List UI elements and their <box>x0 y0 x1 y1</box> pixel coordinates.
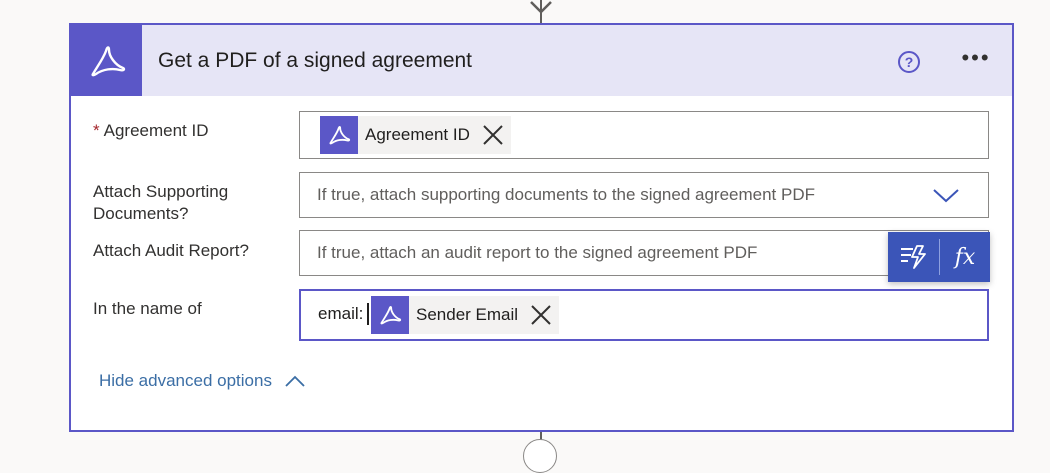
chevron-down-icon[interactable] <box>932 185 960 205</box>
more-options-icon[interactable]: ••• <box>957 47 995 73</box>
attach-supporting-dropdown[interactable]: If true, attach supporting documents to … <box>299 172 989 218</box>
hide-advanced-options-link[interactable]: Hide advanced options <box>99 371 306 391</box>
dynamic-content-flyout: fx <box>888 232 990 282</box>
attach-supporting-placeholder: If true, attach supporting documents to … <box>317 185 816 204</box>
adobe-acrobat-sign-icon <box>371 296 409 334</box>
action-card: Get a PDF of a signed agreement ? ••• * A… <box>69 23 1014 432</box>
in-name-of-field[interactable]: email: Sender Email <box>299 289 989 341</box>
adobe-acrobat-sign-icon <box>320 116 358 154</box>
text-caret <box>367 303 369 325</box>
attach-supporting-label: Attach Supporting Documents? <box>93 181 228 225</box>
help-icon[interactable]: ? <box>898 51 920 73</box>
attach-audit-field[interactable]: If true, attach an audit report to the s… <box>299 230 989 276</box>
card-header[interactable]: Get a PDF of a signed agreement ? ••• <box>71 25 1012 96</box>
attach-audit-label: Attach Audit Report? <box>93 241 249 260</box>
agreement-id-label: * Agreement ID <box>93 120 209 142</box>
arrow-down-icon <box>530 1 552 14</box>
dynamic-content-icon[interactable] <box>888 232 939 282</box>
agreement-id-token[interactable]: Agreement ID <box>320 116 511 154</box>
required-marker: * <box>93 121 100 140</box>
adobe-acrobat-sign-icon <box>71 25 142 96</box>
agreement-id-label-text: Agreement ID <box>103 121 209 140</box>
attach-supporting-label-line1: Attach Supporting <box>93 182 229 201</box>
in-name-of-label: In the name of <box>93 299 202 318</box>
close-icon[interactable] <box>526 300 556 330</box>
sender-email-token-label: Sender Email <box>416 305 519 324</box>
sender-email-token[interactable]: Sender Email <box>371 296 560 334</box>
attach-supporting-label-line2: Documents? <box>93 204 189 223</box>
add-step-button[interactable] <box>523 439 557 473</box>
agreement-id-field[interactable]: Agreement ID <box>299 111 989 159</box>
in-name-of-typed-text: email: <box>318 304 364 323</box>
agreement-id-token-label: Agreement ID <box>365 125 470 144</box>
chevron-up-icon <box>285 375 305 387</box>
expression-button[interactable]: fx <box>940 232 990 282</box>
close-icon[interactable] <box>478 120 508 150</box>
card-title: Get a PDF of a signed agreement <box>158 49 473 72</box>
attach-audit-placeholder: If true, attach an audit report to the s… <box>317 243 758 262</box>
hide-advanced-options-label: Hide advanced options <box>99 371 272 390</box>
